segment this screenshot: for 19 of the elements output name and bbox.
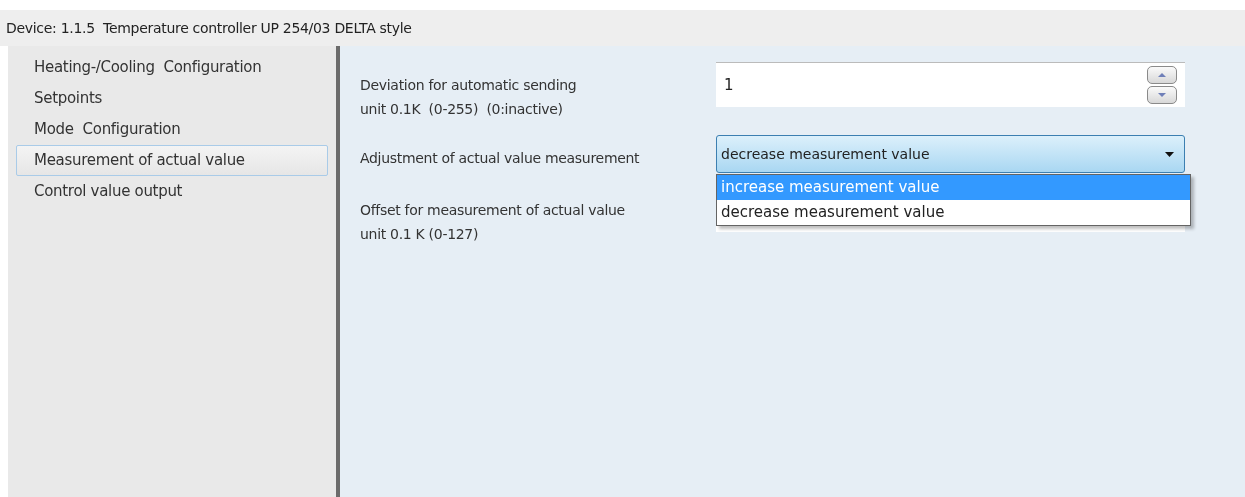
- caret-icon: [1165, 151, 1174, 157]
- sidebar-item[interactable]: Setpoints: [16, 83, 328, 114]
- spin-up-button[interactable]: [1147, 66, 1177, 84]
- spin-down-button[interactable]: [1147, 86, 1177, 104]
- dropdown[interactable]: decrease measurement value: [716, 135, 1185, 173]
- parameter-label: unit 0.1 K (0-127): [360, 225, 480, 244]
- parameter-label: Offset for measurement of actual value: [360, 201, 626, 220]
- dropdown-option[interactable]: decrease measurement value: [717, 200, 1190, 225]
- down-arrow-icon: [1157, 92, 1167, 98]
- parameter-label: unit 0.1K (0-255) (0:inactive): [360, 100, 564, 119]
- parameter-label: Adjustment of actual value measurement: [360, 149, 641, 168]
- number-field[interactable]: 1: [716, 62, 1185, 107]
- sidebar-item[interactable]: Heating-/Cooling Configuration: [16, 52, 328, 83]
- sidebar-item[interactable]: Measurement of actual value: [16, 145, 328, 176]
- sidebar-item[interactable]: Control value output: [16, 176, 328, 207]
- sidebar-item[interactable]: Mode Configuration: [16, 114, 328, 145]
- up-arrow-icon: [1157, 72, 1167, 78]
- parameter-label: Deviation for automatic sending: [360, 76, 578, 95]
- window-title: Device: 1.1.5 Temperature controller UP 254/03 DELTA style: [6, 18, 412, 38]
